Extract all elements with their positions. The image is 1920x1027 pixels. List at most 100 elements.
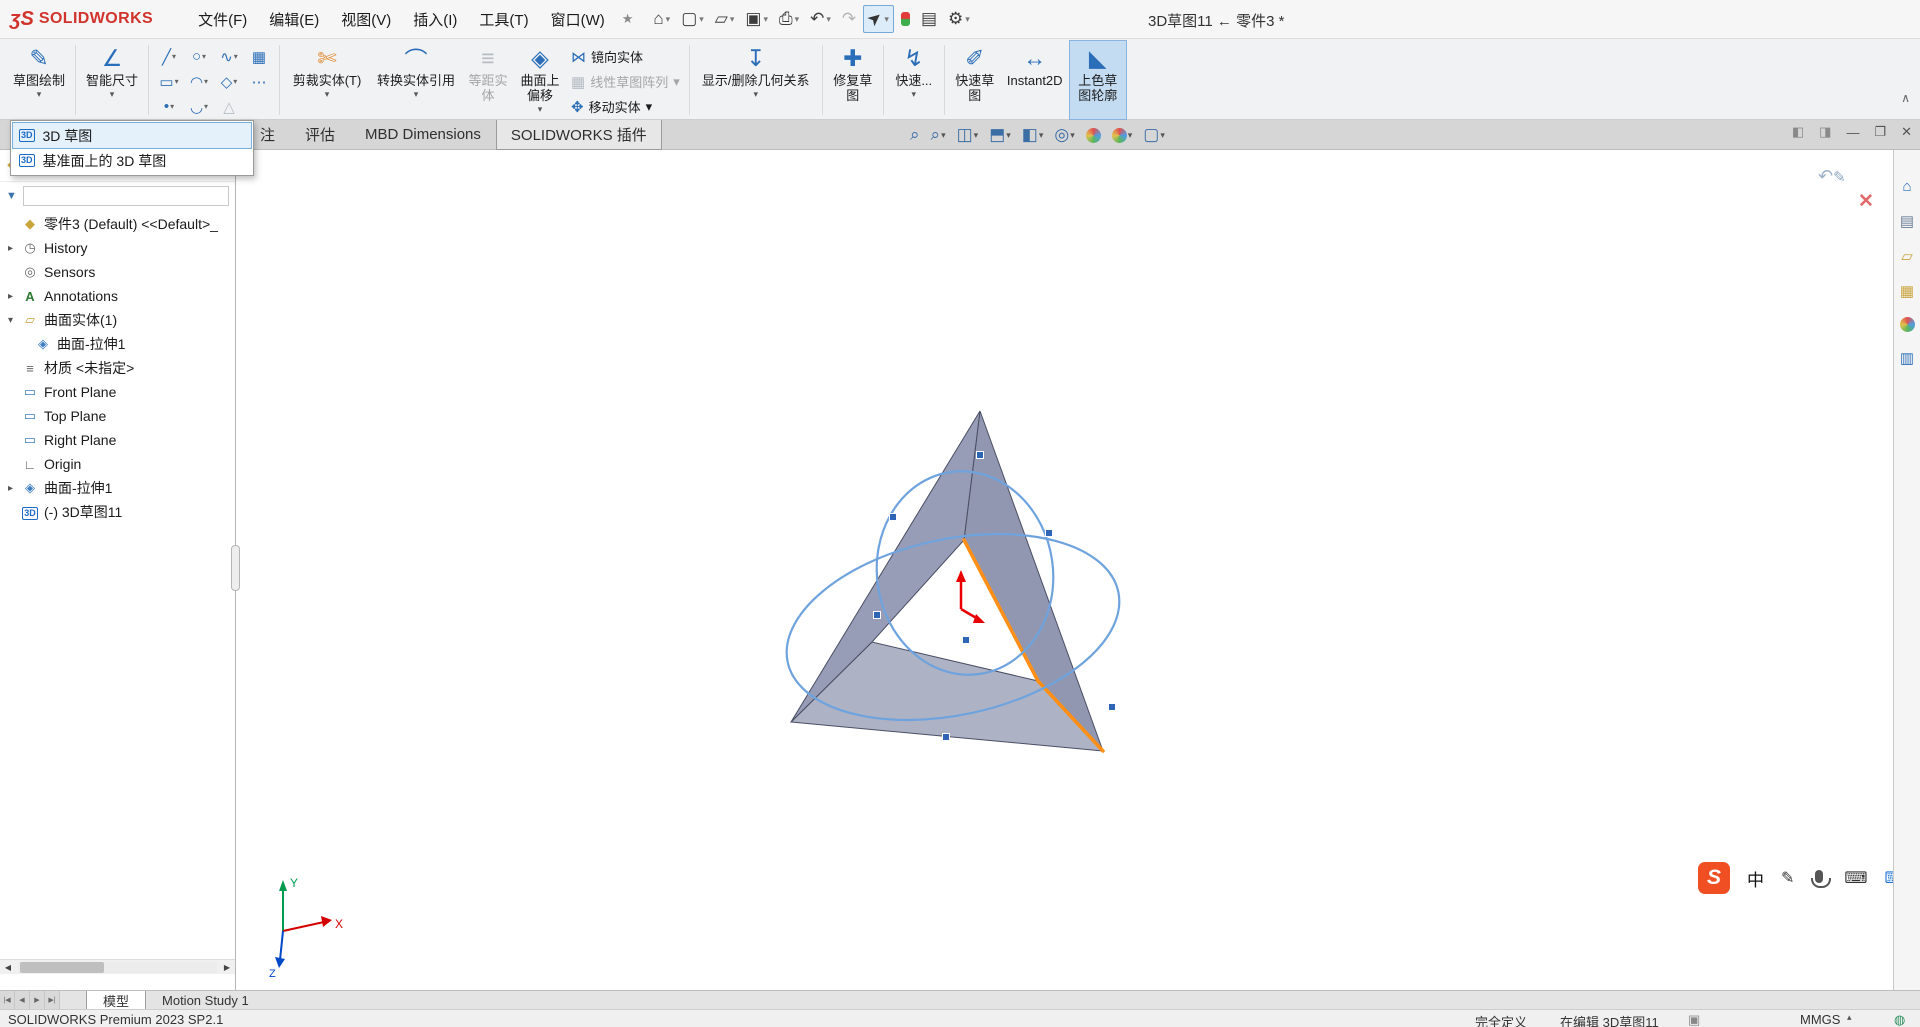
task-pane-resources-icon[interactable]: ▤ xyxy=(1900,212,1914,230)
rapid-sketch-button[interactable]: ✐ 快速草图 xyxy=(950,41,1000,119)
menu-edit[interactable]: 编辑(E) xyxy=(258,5,330,34)
point-tool[interactable]: •▾ xyxy=(154,94,184,119)
keyboard-icon[interactable]: ⌨ xyxy=(1844,868,1867,888)
tab-solidworks-addins[interactable]: SOLIDWORKS 插件 xyxy=(496,119,662,150)
tree-item-3d-sketch[interactable]: 3D(-) 3D草图11 xyxy=(0,500,235,524)
apply-scene-icon[interactable]: ▾ xyxy=(1110,127,1135,144)
ime-language-indicator[interactable]: 中 xyxy=(1747,866,1764,891)
touch-keyboard-icon[interactable]: ⌨ xyxy=(1885,868,1894,888)
tab-nav-next-icon[interactable]: ▶ xyxy=(30,991,45,1009)
select-tool-button[interactable]: ➤▾ xyxy=(863,5,894,33)
chevron-down-icon[interactable]: ▾ xyxy=(110,89,115,100)
doc-close-icon[interactable]: ✕ xyxy=(1901,124,1912,140)
panel-horizontal-scrollbar[interactable]: ◀ ▶ xyxy=(0,959,235,974)
task-pane-appearances-icon[interactable] xyxy=(1900,317,1915,332)
tree-item-front-plane[interactable]: ▭Front Plane xyxy=(0,380,235,404)
welcome-home-button[interactable]: ⌂▾ xyxy=(649,6,674,32)
cone-tool[interactable]: △ xyxy=(214,94,244,119)
tree-item-history[interactable]: ▸◷History xyxy=(0,236,235,260)
sketch-point-handle[interactable] xyxy=(943,734,950,741)
tab-mbd-dimensions[interactable]: MBD Dimensions xyxy=(350,121,496,148)
menu-item-3d-sketch[interactable]: 3D 3D 草图 xyxy=(13,123,251,148)
trim-entities-button[interactable]: ✄ 剪裁实体(T) ▾ xyxy=(285,41,369,119)
tree-item-surface-extrude-body[interactable]: ◈曲面-拉伸1 xyxy=(0,332,235,356)
panel-splitter-handle[interactable] xyxy=(231,545,240,591)
task-pane-file-explorer-icon[interactable]: ▦ xyxy=(1900,282,1914,300)
menu-insert[interactable]: 插入(I) xyxy=(402,5,468,34)
scroll-right-icon[interactable]: ▶ xyxy=(219,963,235,972)
tree-item-material[interactable]: ≡材质 <未指定> xyxy=(0,356,235,380)
tree-item-surface-extrude-feature[interactable]: ▸◈曲面-拉伸1 xyxy=(0,476,235,500)
tab-nav-prev-icon[interactable]: ◀ xyxy=(15,991,30,1009)
options-button[interactable]: ⚙▾ xyxy=(944,6,974,32)
redo-button[interactable]: ↷ xyxy=(838,6,860,32)
menu-item-3d-sketch-on-plane[interactable]: 3D 基准面上的 3D 草图 xyxy=(13,148,251,173)
display-delete-relations-button[interactable]: ↧ 显示/删除几何关系 ▾ xyxy=(695,41,817,119)
expand-icon[interactable]: ▸ xyxy=(5,243,16,254)
handwriting-pen-icon[interactable]: ✎ xyxy=(1781,868,1794,888)
mirror-entities-button[interactable]: ⋈镜向实体 xyxy=(567,46,684,67)
doc-restore-icon[interactable]: ❐ xyxy=(1874,124,1886,140)
convert-entities-button[interactable]: ⌒ 转换实体引用 ▾ xyxy=(369,41,463,119)
tree-filter-input[interactable] xyxy=(23,186,229,206)
sketch-point-handle[interactable] xyxy=(1046,530,1053,537)
collapse-icon[interactable]: ▾ xyxy=(5,315,16,326)
rebuild-button[interactable] xyxy=(897,9,914,29)
task-pane-home-icon[interactable]: ⌂ xyxy=(1902,178,1911,195)
menu-file[interactable]: 文件(F) xyxy=(187,5,258,34)
ribbon-collapse-icon[interactable]: ∧ xyxy=(1901,91,1910,105)
arc-tool[interactable]: ◠▾ xyxy=(184,69,214,94)
chevron-down-icon[interactable]: ▾ xyxy=(414,89,419,100)
linear-sketch-pattern-button[interactable]: ▦线性草图阵列▾ xyxy=(567,71,684,92)
tab-annotation-partial[interactable]: 注 xyxy=(258,119,290,150)
hide-show-items-icon[interactable]: ◎▾ xyxy=(1052,124,1076,146)
view-orientation-icon[interactable]: ⬒▾ xyxy=(987,124,1013,146)
offset-on-surface-button[interactable]: ◈ 曲面上偏移 ▾ xyxy=(513,41,567,119)
undo-button[interactable]: ↶▾ xyxy=(806,6,835,32)
sketch-point-handle[interactable] xyxy=(977,452,984,459)
menu-view[interactable]: 视图(V) xyxy=(330,5,402,34)
line-tool[interactable]: ╱▾ xyxy=(154,44,184,69)
tab-nav-first-icon[interactable]: |◀ xyxy=(0,991,15,1009)
instant2d-button[interactable]: ↔ Instant2D xyxy=(1000,41,1070,119)
scrollbar-track[interactable] xyxy=(18,962,217,973)
pattern-tool[interactable]: ▦ xyxy=(244,44,274,69)
chevron-down-icon[interactable]: ▾ xyxy=(753,89,758,100)
model-tab[interactable]: 模型 xyxy=(86,991,146,1009)
cancel-sketch-icon[interactable]: ✕ xyxy=(1858,190,1874,213)
pin-menu-icon[interactable]: ★ xyxy=(622,11,634,27)
task-pane-custom-properties-icon[interactable]: ▥ xyxy=(1900,349,1914,367)
view-settings-icon[interactable]: ▢▾ xyxy=(1141,124,1167,146)
status-globe-icon[interactable]: ◍ xyxy=(1894,1012,1905,1027)
shaded-sketch-contours-button[interactable]: ◣ 上色草图轮廓 xyxy=(1070,41,1126,119)
sketch-point-handle[interactable] xyxy=(963,637,970,644)
offset-entities-button[interactable]: ≡ 等距实体 xyxy=(463,41,513,119)
open-document-button[interactable]: ▱▾ xyxy=(711,6,739,32)
polygon-tool[interactable]: ◇▾ xyxy=(214,69,244,94)
tree-item-right-plane[interactable]: ▭Right Plane xyxy=(0,428,235,452)
ellipse-arc-tool[interactable]: ◡▾ xyxy=(184,94,214,119)
unit-system-caret-icon[interactable]: ▴ xyxy=(1847,1012,1852,1023)
menu-tools[interactable]: 工具(T) xyxy=(468,5,539,34)
tree-item-surface-bodies[interactable]: ▾▱曲面实体(1) xyxy=(0,308,235,332)
sketch-point-handle[interactable] xyxy=(874,612,881,619)
more-tools[interactable]: ⋯ xyxy=(244,69,274,94)
pane-split-left-icon[interactable]: ◧ xyxy=(1792,124,1804,140)
doc-minimize-icon[interactable]: — xyxy=(1846,125,1859,140)
print-button[interactable]: ⎙▾ xyxy=(775,6,803,32)
sketch-button[interactable]: ✎ 草图绘制 ▾ xyxy=(8,41,70,119)
model-canvas[interactable]: Y X Z xyxy=(236,150,1893,990)
chevron-down-icon[interactable]: ▾ xyxy=(538,104,543,115)
graphics-area[interactable]: Y X Z ↶✎ ✕ S 中 ✎ ⌨ ⌨ xyxy=(236,150,1893,990)
file-properties-button[interactable]: ▤ xyxy=(917,6,941,32)
circle-tool[interactable]: ○▾ xyxy=(184,44,214,69)
menu-window[interactable]: 窗口(W) xyxy=(540,5,616,34)
exit-sketch-icon[interactable]: ↶✎ xyxy=(1818,166,1846,187)
pane-split-right-icon[interactable]: ◨ xyxy=(1819,124,1831,140)
tree-item-annotations[interactable]: ▸AAnnotations xyxy=(0,284,235,308)
zoom-to-area-icon[interactable]: ⌕▾ xyxy=(929,124,948,146)
smart-dimension-button[interactable]: ∠ 智能尺寸 ▾ xyxy=(81,41,143,119)
rectangle-tool[interactable]: ▭▾ xyxy=(154,69,184,94)
unit-system[interactable]: MMGS xyxy=(1800,1012,1840,1027)
tree-item-origin[interactable]: ∟Origin xyxy=(0,452,235,476)
